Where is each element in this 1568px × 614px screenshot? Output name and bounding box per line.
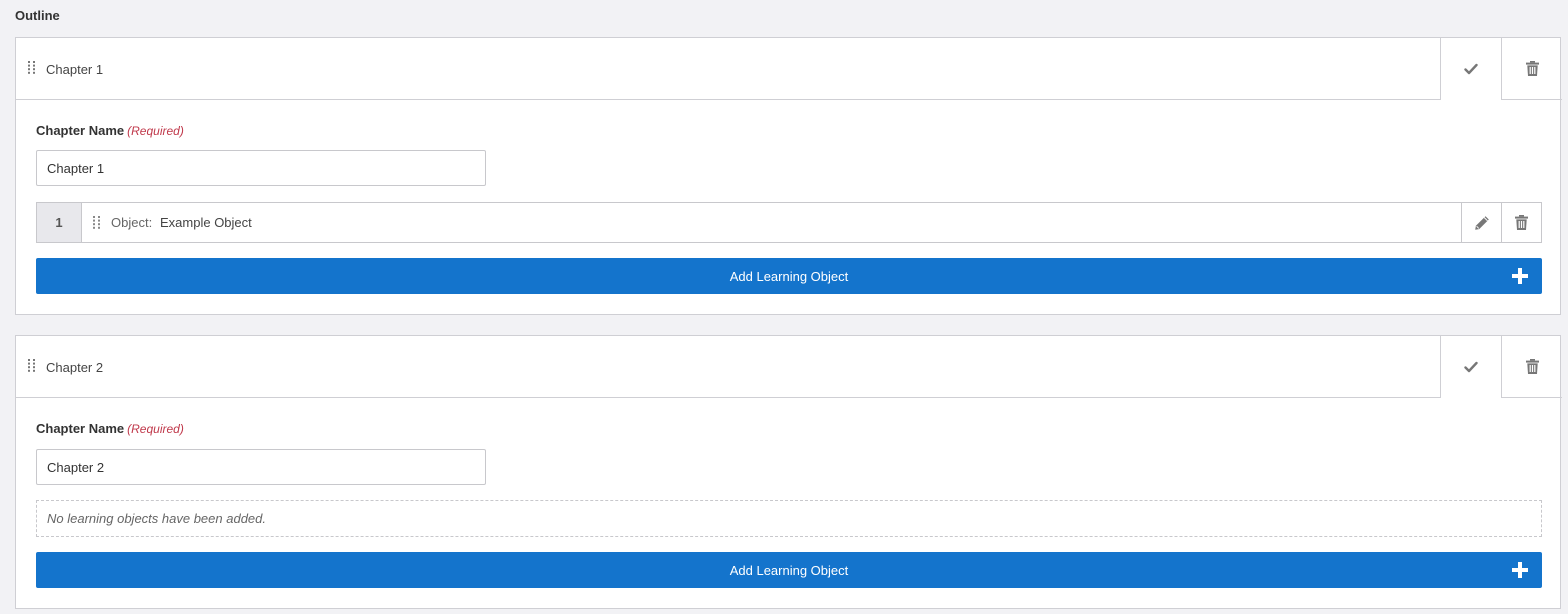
delete-chapter-button[interactable] <box>1501 38 1562 100</box>
chapter-name-label: Chapter Name (Required) <box>36 123 184 138</box>
chapter-header-title: Chapter 1 <box>46 62 104 77</box>
chapter-header: Chapter 2 <box>16 336 1562 398</box>
learning-object-row: 1 Object: Example Object <box>36 202 1542 243</box>
drag-handle-icon[interactable] <box>28 61 36 74</box>
pencil-icon <box>1474 215 1489 230</box>
check-icon <box>1464 361 1478 373</box>
check-icon <box>1464 63 1478 75</box>
delete-chapter-button[interactable] <box>1501 336 1562 398</box>
confirm-chapter-button[interactable] <box>1440 336 1501 398</box>
add-learning-object-button[interactable]: Add Learning Object <box>36 552 1542 588</box>
drag-handle-icon[interactable] <box>93 216 101 229</box>
chapter-card: Chapter 2 Chapter Name (Required) Chapte… <box>15 335 1562 609</box>
plus-icon <box>1512 562 1528 578</box>
chapter-header: Chapter 1 <box>16 38 1562 100</box>
outline-title: Outline <box>15 8 60 23</box>
add-learning-object-button[interactable]: Add Learning Object <box>36 258 1542 294</box>
trash-icon <box>1525 61 1539 76</box>
required-indicator: (Required) <box>127 422 184 436</box>
chapter-name-label: Chapter Name (Required) <box>36 421 184 436</box>
chapter-header-bar[interactable]: Chapter 1 <box>16 38 1440 100</box>
plus-icon <box>1512 268 1528 284</box>
drag-handle-icon[interactable] <box>28 359 36 372</box>
add-learning-object-label: Add Learning Object <box>729 562 849 578</box>
chapter-card: Chapter 1 Chapter Name (Required) Chapte… <box>15 37 1562 315</box>
delete-object-button[interactable] <box>1501 203 1541 242</box>
add-learning-object-label: Add Learning Object <box>729 268 849 284</box>
chapter-header-title: Chapter 2 <box>46 360 104 375</box>
object-name: Example Object <box>160 215 252 230</box>
confirm-chapter-button[interactable] <box>1440 38 1501 100</box>
chapter-name-input[interactable] <box>36 150 486 186</box>
object-type-label: Object: <box>111 215 153 230</box>
chapter-header-bar[interactable]: Chapter 2 <box>16 336 1440 398</box>
chapter-name-input[interactable] <box>36 449 486 485</box>
trash-icon <box>1515 215 1528 230</box>
object-number: 1 <box>37 203 82 242</box>
edit-object-button[interactable] <box>1461 203 1501 242</box>
trash-icon <box>1525 359 1539 374</box>
empty-objects-message: No learning objects have been added. <box>36 500 1542 537</box>
required-indicator: (Required) <box>127 124 184 138</box>
